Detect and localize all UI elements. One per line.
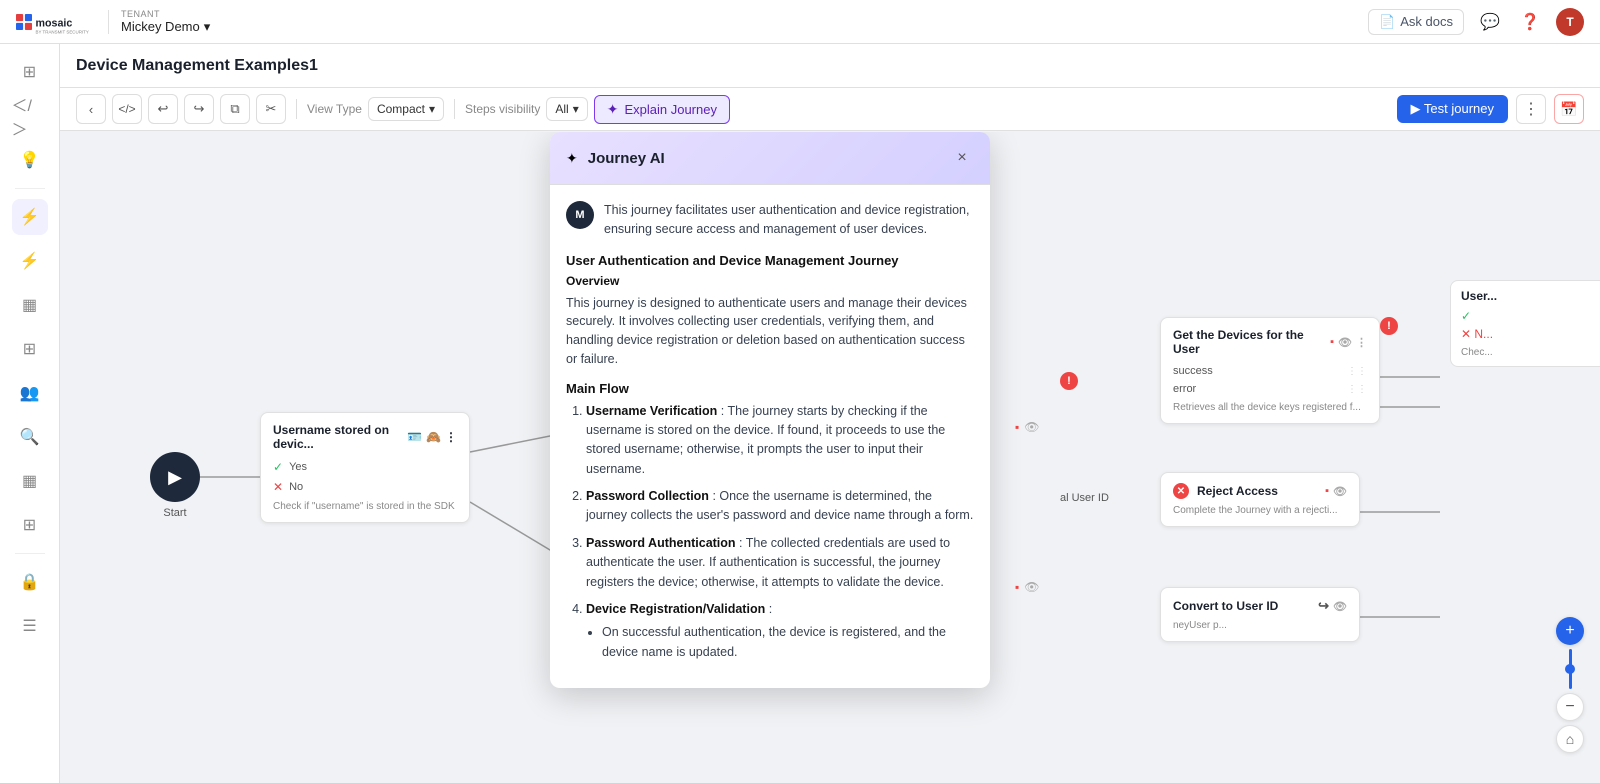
main-flow-heading: Main Flow xyxy=(566,381,974,396)
calendar-button[interactable]: 📅 xyxy=(1554,94,1584,124)
topnav: mosaic BY TRANSMIT SECURITY TENANT Micke… xyxy=(0,0,1600,44)
ai-avatar: M xyxy=(566,201,594,229)
mosaic-logo: mosaic BY TRANSMIT SECURITY xyxy=(16,8,96,36)
sub-list-item-1: On successful authentication, the device… xyxy=(602,623,974,662)
logo-area: mosaic BY TRANSMIT SECURITY TENANT Micke… xyxy=(16,8,210,36)
steps-visibility-label: Steps visibility xyxy=(465,102,540,116)
chat-icon-button[interactable]: 💬 xyxy=(1476,8,1504,36)
sidebar-divider-2 xyxy=(15,553,45,554)
modal-body[interactable]: M This journey facilitates user authenti… xyxy=(550,185,990,688)
sidebar-item-dashboard[interactable]: ▦ xyxy=(12,463,48,499)
redo-button[interactable]: ↪ xyxy=(184,94,214,124)
ask-docs-button[interactable]: 📄 Ask docs xyxy=(1368,9,1464,35)
modal-header: ✦ Journey AI × xyxy=(550,132,990,185)
modal-title: Journey AI xyxy=(588,150,940,167)
flow-canvas: ▶ Start Username stored on devic... 🪪 🙈 … xyxy=(60,132,1600,783)
tenant-label: TENANT xyxy=(121,9,210,19)
sidebar-item-grid2[interactable]: ⊞ xyxy=(12,507,48,543)
page-header: Device Management Examples1 xyxy=(60,44,1600,88)
explain-journey-button[interactable]: ✦ Explain Journey xyxy=(594,95,730,124)
divider-1 xyxy=(296,99,297,119)
divider-2 xyxy=(454,99,455,119)
sidebar-item-people[interactable]: 👥 xyxy=(12,375,48,411)
flow-item-1: Username Verification : The journey star… xyxy=(586,402,974,480)
help-icon-button[interactable]: ❓ xyxy=(1516,8,1544,36)
sidebar-item-grid[interactable]: ⊞ xyxy=(12,331,48,367)
sidebar-item-code[interactable]: ＜/＞ xyxy=(12,98,48,134)
flow-list: Username Verification : The journey star… xyxy=(566,402,974,663)
tenant-name[interactable]: Mickey Demo ▾ xyxy=(121,19,210,35)
overview-heading: Overview xyxy=(566,274,974,288)
sub-list: On successful authentication, the device… xyxy=(586,623,974,662)
more-options-button[interactable]: ⋮ xyxy=(1516,94,1546,124)
ai-intro-text: This journey facilitates user authentica… xyxy=(604,201,974,239)
flow-item-4-text: : xyxy=(769,602,772,616)
sidebar-item-bulb[interactable]: 💡 xyxy=(12,142,48,178)
view-type-select[interactable]: Compact ▾ xyxy=(368,97,444,121)
view-type-label: View Type xyxy=(307,102,362,116)
sidebar-item-journey[interactable]: ⚡ xyxy=(12,199,48,235)
toolbar: ‹ </> ↩ ↪ ⧉ ✂ View Type Compact ▾ Steps … xyxy=(60,88,1600,131)
avatar[interactable]: T xyxy=(1556,8,1584,36)
flow-item-3-title: Password Authentication xyxy=(586,536,736,550)
sidebar-divider xyxy=(15,188,45,189)
code-button[interactable]: </> xyxy=(112,94,142,124)
sidebar-item-lightning2[interactable]: ⚡ xyxy=(12,243,48,279)
sidebar-item-table[interactable]: ▦ xyxy=(12,287,48,323)
chevron-down-icon: ▾ xyxy=(429,102,435,116)
flow-item-3: Password Authentication : The collected … xyxy=(586,534,974,592)
modal-sparkle-icon: ✦ xyxy=(566,150,578,167)
journey-ai-modal: ✦ Journey AI × M This journey facilitate… xyxy=(550,132,990,688)
sparkle-icon: ✦ xyxy=(607,101,619,118)
modal-close-button[interactable]: × xyxy=(950,146,974,170)
svg-text:mosaic: mosaic xyxy=(36,17,73,29)
sidebar-item-search[interactable]: 🔍 xyxy=(12,419,48,455)
test-journey-button[interactable]: ▶ Test journey xyxy=(1397,95,1508,123)
undo-button[interactable]: ↩ xyxy=(148,94,178,124)
sidebar: ⊞ ＜/＞ 💡 ⚡ ⚡ ▦ ⊞ 👥 🔍 ▦ ⊞ 🔒 ☰ xyxy=(0,44,60,783)
flow-item-2: Password Collection : Once the username … xyxy=(586,487,974,526)
flow-item-2-title: Password Collection xyxy=(586,489,709,503)
sidebar-item-lock[interactable]: 🔒 xyxy=(12,564,48,600)
chevron-down-icon: ▾ xyxy=(204,19,211,35)
sidebar-item-home[interactable]: ⊞ xyxy=(12,54,48,90)
cut-button[interactable]: ✂ xyxy=(256,94,286,124)
flow-item-1-title: Username Verification xyxy=(586,404,717,418)
section1-text: This journey is designed to authenticate… xyxy=(566,294,974,369)
sidebar-item-menu[interactable]: ☰ xyxy=(12,608,48,644)
modal-backdrop: ✦ Journey AI × M This journey facilitate… xyxy=(60,132,1600,783)
steps-visibility-select[interactable]: All ▾ xyxy=(546,97,587,121)
nav-group: ‹ xyxy=(76,94,106,124)
topnav-right: 📄 Ask docs 💬 ❓ T xyxy=(1368,8,1584,36)
page-title: Device Management Examples1 xyxy=(76,57,318,75)
toolbar-right: ▶ Test journey ⋮ 📅 xyxy=(1397,94,1584,124)
docs-icon: 📄 xyxy=(1379,14,1395,30)
copy-button[interactable]: ⧉ xyxy=(220,94,250,124)
back-button[interactable]: ‹ xyxy=(76,94,106,124)
main-area: Device Management Examples1 ‹ </> ↩ ↪ ⧉ … xyxy=(60,44,1600,783)
flow-item-4-title: Device Registration/Validation xyxy=(586,602,765,616)
ai-intro: M This journey facilitates user authenti… xyxy=(566,201,974,239)
canvas: ▶ Start Username stored on devic... 🪪 🙈 … xyxy=(60,132,1600,783)
flow-item-4: Device Registration/Validation : On succ… xyxy=(586,600,974,662)
svg-text:BY TRANSMIT SECURITY: BY TRANSMIT SECURITY xyxy=(36,29,89,34)
section1-heading: User Authentication and Device Managemen… xyxy=(566,253,974,268)
chevron-down-icon-2: ▾ xyxy=(573,102,579,116)
